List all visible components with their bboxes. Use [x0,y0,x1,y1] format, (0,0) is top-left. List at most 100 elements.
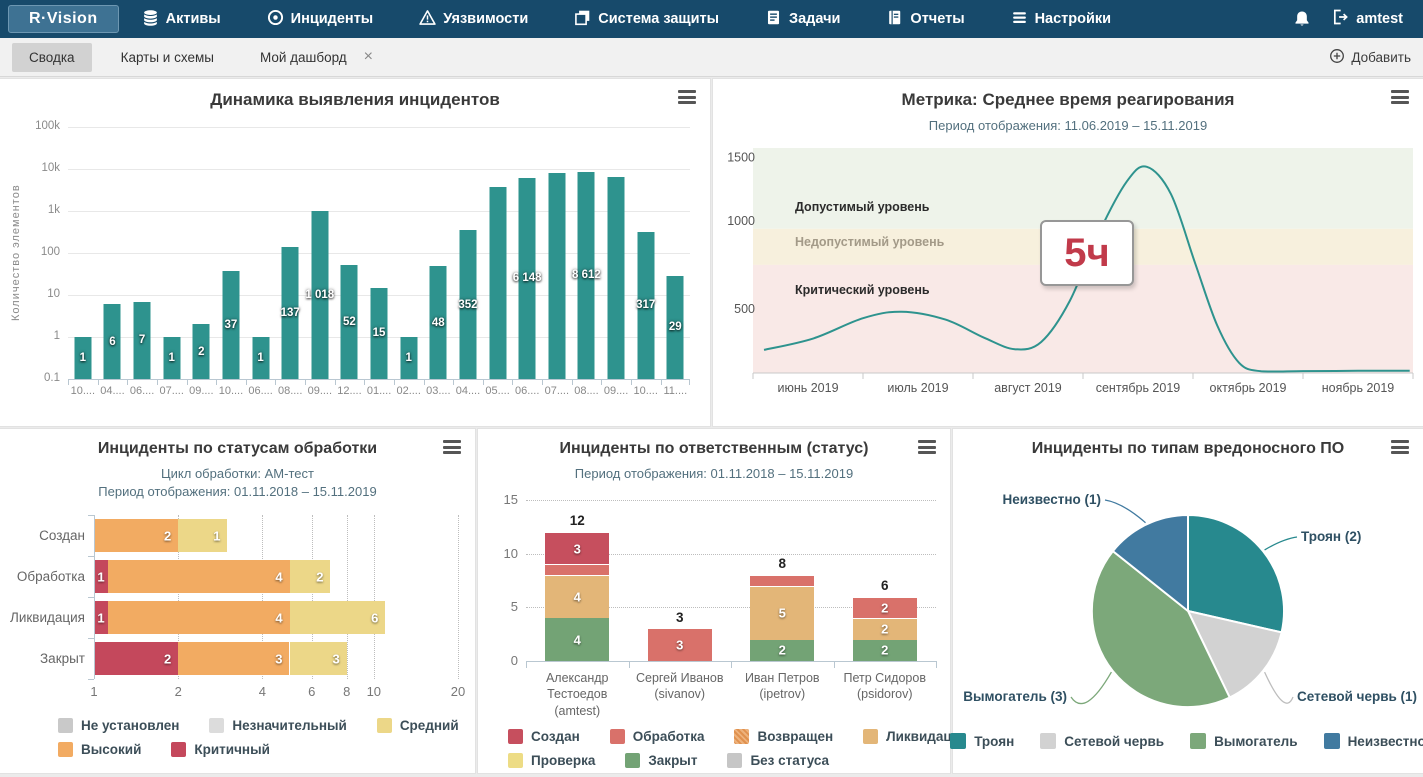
bar-value-label: 352 [458,299,477,311]
bar-segment[interactable]: 5 [750,586,814,640]
bar-segment[interactable]: 3 [648,629,712,661]
bar-segment[interactable]: 4 [108,601,290,634]
legend-item[interactable]: Сетевой червь [1040,733,1164,749]
nav-item-incidents[interactable]: Инциденты [244,9,397,30]
axis-tick [689,380,690,385]
legend-row: Высокий Критичный [58,742,459,757]
bar-segment[interactable]: 2 [750,640,814,662]
bar-segment[interactable]: 3 [290,642,347,675]
tab-maps-schemes[interactable]: Карты и схемы [104,43,231,72]
bar-track: 2 33 [94,642,458,675]
close-tab-icon[interactable]: × [364,49,373,65]
stacked-bar-plot: 44312332582226 [526,489,936,661]
segment-value-label: 2 [853,622,917,637]
legend-item[interactable]: Вымогатель [1190,733,1297,749]
legend-item[interactable]: Неизвестно [1324,733,1423,749]
legend-item[interactable]: Критичный [171,742,270,757]
chart-menu-button[interactable] [918,440,936,457]
y-axis-tick: 100k [4,120,60,132]
x-axis-label: 11.... [661,380,691,397]
bar-segment[interactable]: 2 [853,597,917,619]
legend-item[interactable]: Обработка [610,729,705,744]
legend-swatch [58,718,73,733]
bar-segment[interactable]: 2 [853,640,917,662]
x-axis-label: 10.... [216,380,246,397]
bar-stack[interactable]: 258 [750,489,814,661]
callout-line [1071,672,1111,703]
bar-segment[interactable]: 2 [94,642,178,675]
segment-value-label: 2 [316,569,323,584]
legend-row: Не установлен Незначительный Средний [58,718,459,733]
tab-my-dashboard[interactable]: Мой дашборд [243,43,364,72]
axis-tick [68,380,69,385]
nav-item-reports[interactable]: Отчеты [863,9,987,30]
x-axis-label: 07.... [542,380,572,397]
legend-item[interactable]: Проверка [508,753,595,768]
axis-tick [936,661,937,668]
bar-segment[interactable]: 1 [94,560,108,593]
bar-segment[interactable] [545,564,609,575]
bar-segment[interactable]: 4 [545,618,609,661]
bar[interactable] [489,187,506,379]
legend-swatch [171,742,186,757]
add-dashboard-button[interactable]: Добавить [1329,48,1411,67]
user-menu[interactable]: amtest [1331,8,1403,30]
bar-total-label: 12 [545,513,609,528]
bar[interactable] [548,173,565,379]
bar-segment[interactable]: 1 [94,601,108,634]
x-axis-label: октябрь 2019 [1193,381,1303,395]
legend-item[interactable]: Закрыт [625,753,697,768]
x-axis-label: 06.... [127,380,157,397]
x-axis-tick: 4 [259,684,266,699]
y-axis-tick: 15 [482,492,518,507]
chart-menu-button[interactable] [1391,90,1409,107]
axis-tick [364,380,365,385]
x-axis-label: Сергей Иванов(sivanov) [629,670,732,719]
legend-item[interactable]: Незначительный [209,718,346,733]
nav-item-tasks[interactable]: Задачи [742,9,863,30]
bar-segment[interactable]: 2 [94,519,178,552]
segment-value-label: 3 [275,651,282,666]
bar-segment[interactable]: 2 [290,560,331,593]
nav-item-settings[interactable]: Настройки [988,9,1135,30]
legend-swatch [508,729,523,744]
nav-item-assets[interactable]: Активы [119,9,244,30]
bar-segment[interactable]: 2 [853,618,917,640]
bar[interactable] [608,177,625,379]
bar-segment[interactable]: 3 [545,532,609,564]
legend-item[interactable]: Не установлен [58,718,179,733]
tab-svodka[interactable]: Сводка [12,43,92,72]
legend-label: Вымогатель [1214,734,1297,749]
bar-segment[interactable]: 1 [178,519,227,552]
legend-item[interactable]: Средний [377,718,459,733]
notifications-bell-icon[interactable] [1293,10,1311,28]
metric-value-badge: 5ч [1040,220,1134,286]
bar-segment[interactable] [750,575,814,586]
bar-stack[interactable]: 2226 [853,489,917,661]
zone-label: Недопустимый уровень [795,235,945,249]
rvision-logo[interactable]: R·Vision [8,5,119,33]
bar-segment[interactable]: 3 [178,642,289,675]
legend-item[interactable]: Возвращен [734,729,833,744]
axis-tick [88,679,94,680]
chart-menu-button[interactable] [678,90,696,107]
bar-segment[interactable]: 6 [290,601,386,634]
bar-stack[interactable]: 33 [648,489,712,661]
bar-stack[interactable]: 4 4 3 12 [545,489,609,661]
bar-value-label: 52 [343,316,356,328]
chart-menu-button[interactable] [443,440,461,457]
nav-item-protection-system[interactable]: Система защиты [551,9,742,30]
axis-tick [512,380,513,385]
segment-value-label: 4 [545,632,609,647]
chart-menu-button[interactable] [1391,440,1409,457]
legend-item[interactable]: Без статуса [727,753,829,768]
bar-slot: 1 [394,127,424,379]
legend-item[interactable]: Высокий [58,742,141,757]
bar-segment[interactable]: 4 [545,575,609,618]
axis-tick [601,380,602,385]
bar-value-label: 6 148 [513,272,542,284]
legend-item[interactable]: Создан [508,729,580,744]
legend-item[interactable]: Троян [950,733,1014,749]
bar-segment[interactable]: 4 [108,560,290,593]
nav-item-vulnerabilities[interactable]: Уязвимости [396,9,551,30]
